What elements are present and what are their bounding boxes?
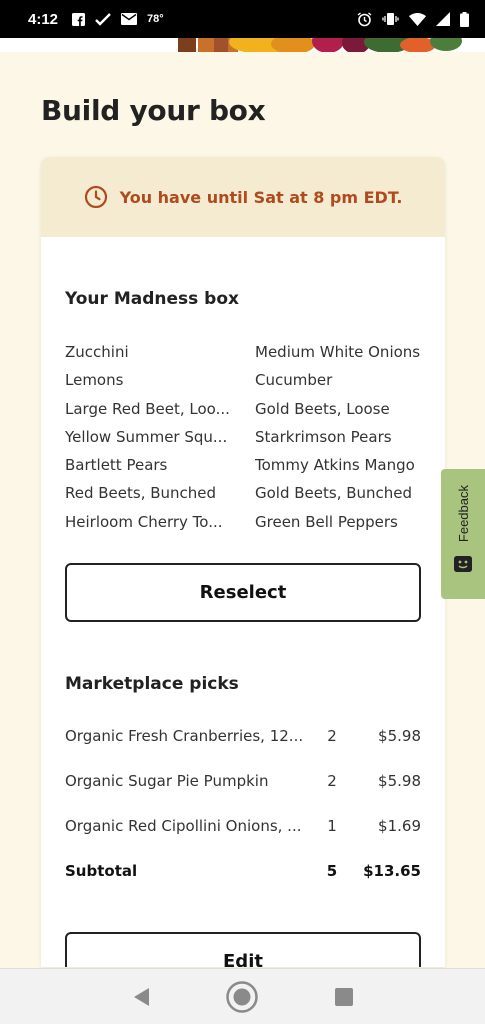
back-icon[interactable] xyxy=(121,977,161,1017)
pick-name: Organic Red Cipollini Onions, ... xyxy=(65,817,302,835)
feedback-label: Feedback xyxy=(455,485,471,543)
list-item-row: Red Beets, Bunched Gold Beets, Bunched xyxy=(65,484,425,512)
clock-icon xyxy=(84,185,107,209)
list-item-row: Large Red Beet, Loo... Gold Beets, Loose xyxy=(65,400,425,428)
pick-qty: 2 xyxy=(327,727,337,745)
list-item: Gold Beets, Loose xyxy=(255,399,390,418)
pick-price: $5.98 xyxy=(378,772,421,790)
deadline-text: You have until Sat at 8 pm EDT. xyxy=(119,187,403,207)
table-row: Organic Sugar Pie Pumpkin 2 $5.98 xyxy=(65,772,421,817)
wifi-icon xyxy=(409,12,426,26)
table-row: Organic Red Cipollini Onions, ... 1 $1.6… xyxy=(65,817,421,862)
pick-qty: 2 xyxy=(327,772,337,790)
list-item-row: Zucchini Medium White Onions xyxy=(65,343,425,371)
status-time: 4:12 xyxy=(28,10,59,28)
box-title: Your Madness box xyxy=(65,289,239,309)
status-bar: 4:12 78° xyxy=(0,0,485,38)
list-item: Heirloom Cherry To... xyxy=(65,512,223,531)
list-item-row: Bartlett Pears Tommy Atkins Mango xyxy=(65,456,425,484)
pick-qty: 1 xyxy=(327,817,337,835)
list-item-row: Heirloom Cherry To... Green Bell Peppers xyxy=(65,513,425,541)
alarm-icon xyxy=(357,11,372,27)
page-title: Build your box xyxy=(41,94,266,127)
pick-price: $5.98 xyxy=(378,727,421,745)
list-item: Cucumber xyxy=(255,371,333,390)
recents-icon[interactable] xyxy=(324,977,364,1017)
battery-icon xyxy=(460,11,469,27)
list-item-row: Lemons Cucumber xyxy=(65,371,425,399)
subtotal-row: Subtotal 5 $13.65 xyxy=(65,862,421,907)
marketplace-title: Marketplace picks xyxy=(65,674,239,694)
list-item: Lemons xyxy=(65,371,124,390)
list-item-row: Yellow Summer Squ... Starkrimson Pears xyxy=(65,428,425,456)
box-card: You have until Sat at 8 pm EDT. Your Mad… xyxy=(41,157,445,967)
system-nav-bar xyxy=(0,968,485,1024)
list-item: Red Beets, Bunched xyxy=(65,484,217,503)
check-icon xyxy=(95,12,111,26)
list-item: Bartlett Pears xyxy=(65,456,168,475)
subtotal-price: $13.65 xyxy=(363,862,421,880)
reselect-button[interactable]: Reselect xyxy=(65,563,421,622)
home-icon[interactable] xyxy=(222,977,262,1017)
list-item: Zucchini xyxy=(65,343,129,361)
facebook-icon xyxy=(72,12,86,26)
pick-name: Organic Fresh Cranberries, 12... xyxy=(65,727,304,745)
pick-price: $1.69 xyxy=(378,817,421,835)
list-item: Tommy Atkins Mango xyxy=(255,456,415,475)
status-temperature: 78° xyxy=(147,13,164,25)
feedback-tab[interactable]: Feedback xyxy=(441,469,485,599)
feedback-face-icon xyxy=(454,556,472,573)
edit-button[interactable]: Edit xyxy=(65,932,421,967)
signal-icon xyxy=(436,12,450,26)
box-items-grid: Zucchini Medium White Onions Lemons Cucu… xyxy=(65,343,425,541)
list-item: Medium White Onions xyxy=(255,343,421,361)
list-item: Starkrimson Pears xyxy=(255,427,392,446)
marketplace-picks: Organic Fresh Cranberries, 12... 2 $5.98… xyxy=(65,727,421,907)
list-item: Large Red Beet, Loo... xyxy=(65,399,230,418)
mail-icon xyxy=(121,13,138,25)
subtotal-qty: 5 xyxy=(326,862,338,880)
list-item: Yellow Summer Squ... xyxy=(65,427,228,446)
pick-name: Organic Sugar Pie Pumpkin xyxy=(65,772,269,790)
deadline-banner: You have until Sat at 8 pm EDT. xyxy=(41,157,445,237)
hero-illustration xyxy=(0,38,485,52)
vibrate-icon xyxy=(382,12,399,26)
table-row: Organic Fresh Cranberries, 12... 2 $5.98 xyxy=(65,727,421,772)
list-item: Gold Beets, Bunched xyxy=(255,484,413,503)
subtotal-label: Subtotal xyxy=(65,862,138,880)
list-item: Green Bell Peppers xyxy=(255,512,398,531)
